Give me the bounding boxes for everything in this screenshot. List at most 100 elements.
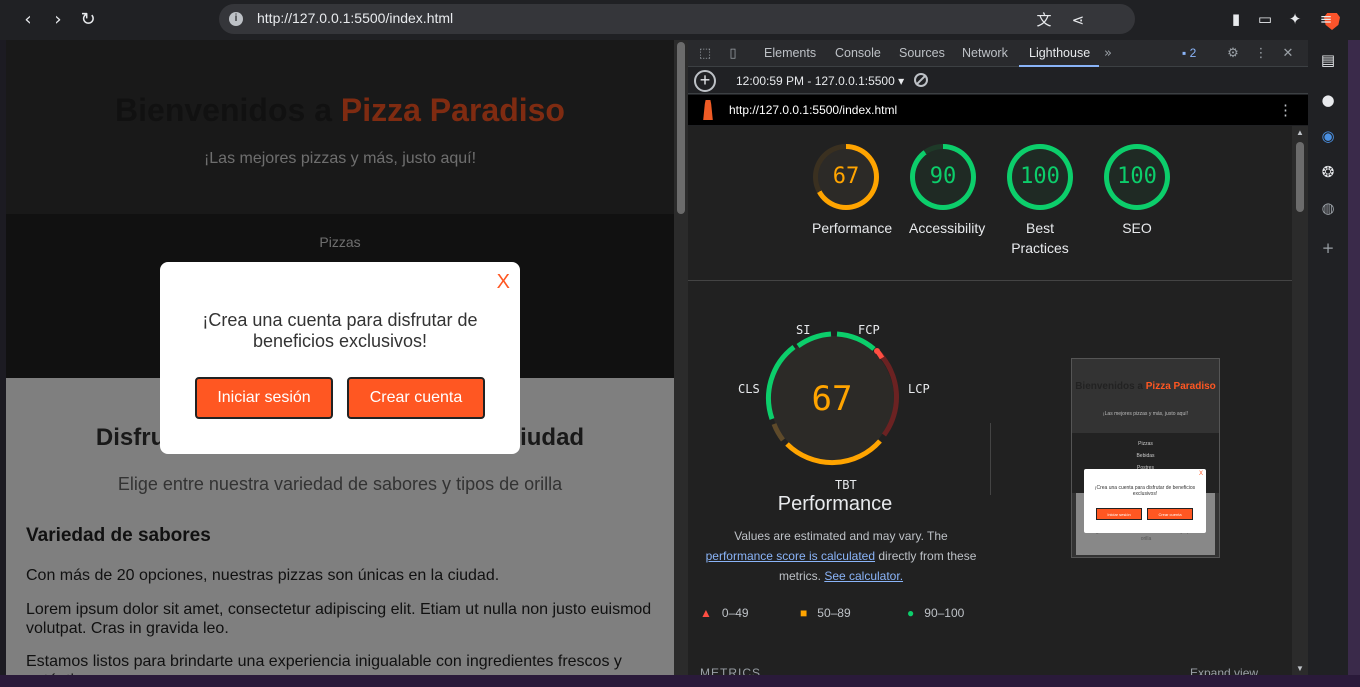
reload-icon[interactable]: ↻	[76, 8, 100, 32]
clear-icon[interactable]	[914, 73, 928, 87]
issues-count: 2	[1189, 46, 1197, 60]
page-scrollbar[interactable]	[674, 40, 688, 675]
thumb-signup-button: Crear cuenta	[1147, 508, 1193, 520]
address-url[interactable]: http://127.0.0.1:5500/index.html	[257, 10, 453, 26]
wifi-icon[interactable]: ◉	[1318, 126, 1338, 146]
score-gauge-accessibility[interactable]: 90 Accessibility	[909, 144, 986, 238]
report-scrollbar-thumb[interactable]	[1296, 142, 1304, 212]
thumb-nav-pizzas: Pizzas	[1138, 441, 1153, 447]
legend-fail: ▲ 0–49	[700, 606, 749, 620]
translate-icon[interactable]: 文	[1034, 10, 1054, 30]
reading-list-icon[interactable]: ▤	[1318, 50, 1338, 70]
login-button[interactable]: Iniciar sesión	[195, 377, 333, 419]
tab-lighthouse[interactable]: Lighthouse	[1029, 46, 1090, 60]
thumb-modal: X ¡Crea una cuenta para disfrutar de ben…	[1084, 469, 1206, 533]
page-scrollbar-thumb[interactable]	[677, 42, 685, 214]
chatgpt-icon[interactable]: ❂	[1318, 162, 1338, 182]
score-ring-seo: 100	[1104, 144, 1170, 210]
score-gauge-seo[interactable]: 100 SEO	[1103, 144, 1171, 238]
score-value-seo: 100	[1117, 164, 1157, 189]
share-icon[interactable]: ⋖	[1068, 10, 1088, 30]
see-calculator-link[interactable]: See calculator.	[824, 569, 903, 583]
add-panel-icon[interactable]: +	[1318, 238, 1338, 258]
kebab-menu-icon[interactable]: ⋮	[1252, 45, 1270, 63]
github-icon[interactable]: ●	[1318, 90, 1338, 110]
legend-fail-label: 0–49	[721, 606, 749, 620]
report-selector[interactable]: 12:00:59 PM - 127.0.0.1:5500 ▾	[736, 74, 904, 88]
metrics-header: METRICS	[700, 666, 761, 675]
sidebar-toggle-icon[interactable]: ▮	[1225, 8, 1247, 30]
settings-gear-icon[interactable]: ⚙	[1224, 45, 1242, 63]
report-url: http://127.0.0.1:5500/index.html	[729, 103, 898, 117]
circle-icon: ●	[907, 606, 915, 620]
tab-console[interactable]: Console	[835, 46, 881, 60]
metric-label-cls: CLS	[738, 382, 760, 396]
browser-sidebar: ▤ ● ◉ ❂ ◍ +	[1308, 40, 1348, 675]
lcp-marker	[874, 348, 880, 354]
score-gauge-best-practices[interactable]: 100 Best Practices	[1006, 144, 1074, 258]
thumb-login-button: Iniciar sesión	[1096, 508, 1142, 520]
desktop-background	[0, 675, 1360, 687]
signup-button[interactable]: Crear cuenta	[347, 377, 485, 419]
leo-ai-icon[interactable]: ✦	[1284, 8, 1306, 30]
score-ring-accessibility: 90	[910, 144, 976, 210]
score-calculated-link[interactable]: performance score is calculated	[706, 549, 875, 563]
new-report-button[interactable]: +	[694, 70, 716, 92]
site-info-icon[interactable]: i	[229, 12, 243, 26]
issues-icon: ▪	[1182, 46, 1190, 60]
expand-view-button[interactable]: Expand view	[1190, 666, 1258, 675]
thumb-nav-bebidas: Bebidas	[1136, 453, 1155, 459]
score-gauge-performance[interactable]: 67 Performance	[812, 144, 893, 238]
score-label-seo: SEO	[1122, 220, 1152, 236]
scroll-down-icon[interactable]: ▼	[1296, 664, 1304, 673]
thumb-modal-close: X	[1198, 471, 1203, 477]
wallet-icon[interactable]: ▭	[1254, 8, 1276, 30]
active-tab-indicator	[1019, 65, 1099, 67]
report-menu-icon[interactable]: ⋮	[1278, 101, 1293, 119]
legend-pass: ● 90–100	[907, 606, 964, 620]
scroll-up-icon[interactable]: ▲	[1296, 128, 1304, 137]
legend-average-label: 50–89	[817, 606, 851, 620]
desktop-edge	[1348, 40, 1360, 687]
menu-icon[interactable]: ≡	[1315, 8, 1337, 30]
device-toolbar-icon[interactable]: ▯	[724, 45, 742, 63]
inspect-element-icon[interactable]: ⬚	[696, 45, 714, 63]
close-icon[interactable]: ✕	[1279, 45, 1297, 63]
globe-icon[interactable]: ◍	[1318, 198, 1338, 218]
devtools-tabbar: ⬚ ▯ Elements Console Sources Network Lig…	[688, 40, 1308, 67]
lighthouse-url-bar: http://127.0.0.1:5500/index.html ⋮	[688, 95, 1308, 125]
tab-elements[interactable]: Elements	[764, 46, 816, 60]
tab-network[interactable]: Network	[962, 46, 1008, 60]
metric-label-lcp: LCP	[908, 382, 930, 396]
modal-message: ¡Crea una cuenta para disfrutar de benef…	[202, 310, 478, 351]
forward-icon[interactable]: ›	[46, 8, 70, 32]
lighthouse-report: 67 Performance 90 Accessibility 100 Best Prac…	[688, 126, 1292, 675]
thumb-title: Bienvenidos a Pizza Paradiso	[1075, 381, 1216, 392]
thumb-header: Bienvenidos a Pizza Paradiso ¡Las mejore…	[1072, 359, 1219, 433]
square-icon: ■	[800, 606, 808, 620]
triangle-icon: ▲	[700, 606, 712, 620]
score-label-accessibility: Accessibility	[909, 220, 986, 236]
devtools-panel: ⬚ ▯ Elements Console Sources Network Lig…	[688, 40, 1308, 675]
score-ring-best-practices: 100	[1007, 144, 1073, 210]
thumb-subtitle: ¡Las mejores pizzas y más, justo aquí!	[1102, 411, 1189, 417]
score-label-performance: Performance	[812, 220, 893, 236]
legend-average: ■ 50–89	[800, 606, 851, 620]
vertical-divider	[990, 423, 991, 495]
chevron-down-icon: ▾	[894, 74, 905, 88]
more-tabs-icon[interactable]: »	[1099, 45, 1117, 63]
tab-sources[interactable]: Sources	[899, 46, 945, 60]
note-text-1: Values are estimated and may vary. The	[734, 529, 948, 543]
score-label-best-practices: Best Practices	[1011, 220, 1069, 256]
page-screenshot-thumbnail: Bienvenidos a Pizza Paradiso ¡Las mejore…	[1071, 358, 1220, 558]
metric-label-tbt: TBT	[835, 478, 857, 492]
back-icon[interactable]: ‹	[16, 8, 40, 32]
issues-badge[interactable]: ▪ 2	[1182, 46, 1196, 60]
address-bar[interactable]: i http://127.0.0.1:5500/index.html 文 ⋖	[219, 4, 1340, 34]
modal-close-button[interactable]: X	[497, 272, 510, 292]
score-value-performance: 67	[832, 164, 860, 189]
section-divider	[688, 280, 1292, 281]
lighthouse-toolbar: + 12:00:59 PM - 127.0.0.1:5500 ▾	[688, 68, 1308, 94]
lighthouse-logo-icon	[703, 100, 713, 120]
report-scrollbar[interactable]: ▲ ▼	[1292, 126, 1308, 675]
